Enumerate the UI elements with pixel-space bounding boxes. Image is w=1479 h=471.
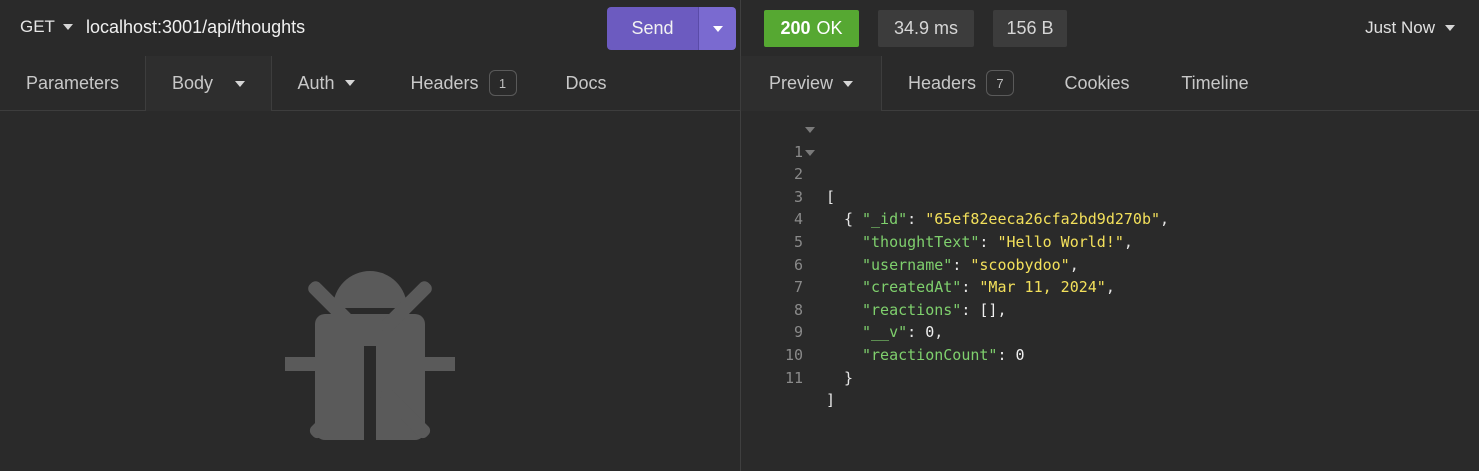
- url-input[interactable]: localhost:3001/api/thoughts: [86, 17, 305, 38]
- tab-timeline[interactable]: Timeline: [1153, 56, 1277, 110]
- code-text: "thoughtText": "Hello World!",: [862, 232, 1133, 251]
- json-key: "reactions": [862, 300, 962, 319]
- method-selector[interactable]: GET: [20, 17, 73, 37]
- headers-count-badge: 7: [986, 70, 1015, 96]
- tab-label: Auth: [297, 72, 335, 93]
- bug-icon: [285, 271, 455, 440]
- code-line: 10 }: [741, 321, 853, 387]
- json-key: "createdAt": [862, 278, 962, 297]
- history-label: Just Now: [1365, 18, 1435, 37]
- status-text: OK: [816, 18, 843, 38]
- response-tabs: Preview Headers 7 Cookies Timeline: [740, 56, 1479, 111]
- json-key: "username": [862, 255, 953, 274]
- tab-label: Docs: [565, 72, 607, 93]
- code-text: "_id": "65ef82eeca26cfa2bd9d270b",: [862, 210, 1170, 229]
- line-number: 11: [784, 368, 803, 387]
- json-value: "Hello World!": [997, 232, 1124, 251]
- json-key: "thoughtText": [862, 232, 980, 251]
- send-button[interactable]: Send: [607, 7, 698, 50]
- fold-caret-icon[interactable]: [805, 127, 815, 133]
- request-url-bar: GET localhost:3001/api/thoughts Send: [0, 0, 740, 57]
- code-line: 11 ]: [741, 344, 835, 410]
- tab-body[interactable]: Body: [145, 56, 272, 111]
- response-status-bar: 200 OK 34.9 ms 156 B Just Now: [741, 0, 1479, 57]
- json-value: 0: [925, 323, 935, 342]
- code-line: 8 "__v": 0,: [741, 276, 943, 342]
- json-punct: ,: [997, 300, 1007, 319]
- code-line: 1 [: [741, 118, 835, 206]
- tab-auth[interactable]: Auth: [271, 56, 381, 110]
- tab-preview[interactable]: Preview: [740, 56, 882, 111]
- tab-cookies[interactable]: Cookies: [1041, 56, 1153, 110]
- method-label: GET: [20, 17, 55, 36]
- code-text: [: [826, 187, 836, 206]
- code-text: }: [844, 368, 854, 387]
- json-key: "reactionCount": [862, 345, 998, 364]
- fold-caret-icon[interactable]: [805, 149, 815, 156]
- code-line: 3 "_id": "65ef82eeca26cfa2bd9d270b",: [741, 163, 1169, 229]
- json-punct: ,: [1160, 210, 1170, 229]
- tab-label: Cookies: [1064, 72, 1130, 93]
- json-key: "__v": [862, 323, 908, 342]
- json-punct: ,: [1105, 278, 1115, 297]
- caret-down-icon: [712, 25, 723, 32]
- request-pane: GET localhost:3001/api/thoughts Send Par…: [0, 0, 740, 471]
- tab-label: Parameters: [25, 72, 120, 93]
- tab-label: Body: [171, 73, 214, 93]
- code-text: ]: [826, 391, 836, 410]
- tab-label: Preview: [768, 73, 834, 93]
- code-line: 4 "thoughtText": "Hello World!",: [741, 186, 1133, 251]
- caret-down-icon: [235, 80, 246, 87]
- json-punct: ,: [1069, 255, 1079, 274]
- send-options-button[interactable]: [698, 7, 736, 50]
- response-size: 156 B: [993, 10, 1067, 47]
- tab-parameters[interactable]: Parameters: [0, 56, 145, 110]
- headers-count-badge: 1: [488, 70, 517, 96]
- request-tabs: Parameters Body Auth Headers 1 Docs: [0, 56, 740, 111]
- json-value: "65ef82eeca26cfa2bd9d270b": [925, 210, 1161, 229]
- caret-down-icon: [344, 80, 355, 86]
- code-text: "reactionCount": 0: [862, 345, 1025, 364]
- caret-down-icon: [843, 80, 854, 87]
- tab-response-headers[interactable]: Headers 7: [881, 56, 1041, 110]
- response-pane: 200 OK 34.9 ms 156 B Just Now Preview He…: [740, 0, 1479, 471]
- status-code: 200: [780, 18, 811, 38]
- status-badge: 200 OK: [764, 10, 859, 47]
- json-punct: ,: [1123, 232, 1133, 251]
- code-line: 9 "reactionCount": 0: [741, 299, 1025, 364]
- code-line: 2 {: [741, 141, 853, 228]
- history-dropdown[interactable]: Just Now: [1365, 18, 1455, 38]
- tab-headers[interactable]: Headers 1: [381, 56, 546, 110]
- caret-down-icon: [62, 24, 73, 30]
- caret-down-icon: [1445, 25, 1455, 31]
- json-value: "scoobydoo": [970, 255, 1070, 274]
- code-text: "__v": 0,: [862, 323, 944, 342]
- code-text: {: [844, 210, 854, 229]
- json-value: []: [979, 300, 998, 319]
- code-line: 6 "createdAt": "Mar 11, 2024",: [741, 231, 1115, 297]
- json-key: "_id": [862, 210, 908, 229]
- response-time: 34.9 ms: [878, 10, 974, 47]
- code-text: "createdAt": "Mar 11, 2024",: [862, 278, 1115, 297]
- code-line: 5 "username": "scoobydoo",: [741, 208, 1079, 274]
- code-text: "username": "scoobydoo",: [862, 255, 1079, 274]
- tab-label: Timeline: [1181, 72, 1249, 93]
- json-value: 0: [1015, 345, 1025, 364]
- response-json-viewer[interactable]: 1 [ 2 { 3 "_id": "65ef82eeca26cfa2bd9d27…: [741, 118, 1169, 410]
- tab-label: Headers: [410, 72, 479, 93]
- tab-label: Headers: [907, 72, 977, 93]
- code-line: 7 "reactions": [],: [741, 254, 1007, 319]
- tab-docs[interactable]: Docs: [546, 56, 626, 110]
- code-text: "reactions": [],: [862, 300, 1007, 319]
- json-punct: ,: [934, 323, 944, 342]
- json-value: "Mar 11, 2024": [979, 278, 1106, 297]
